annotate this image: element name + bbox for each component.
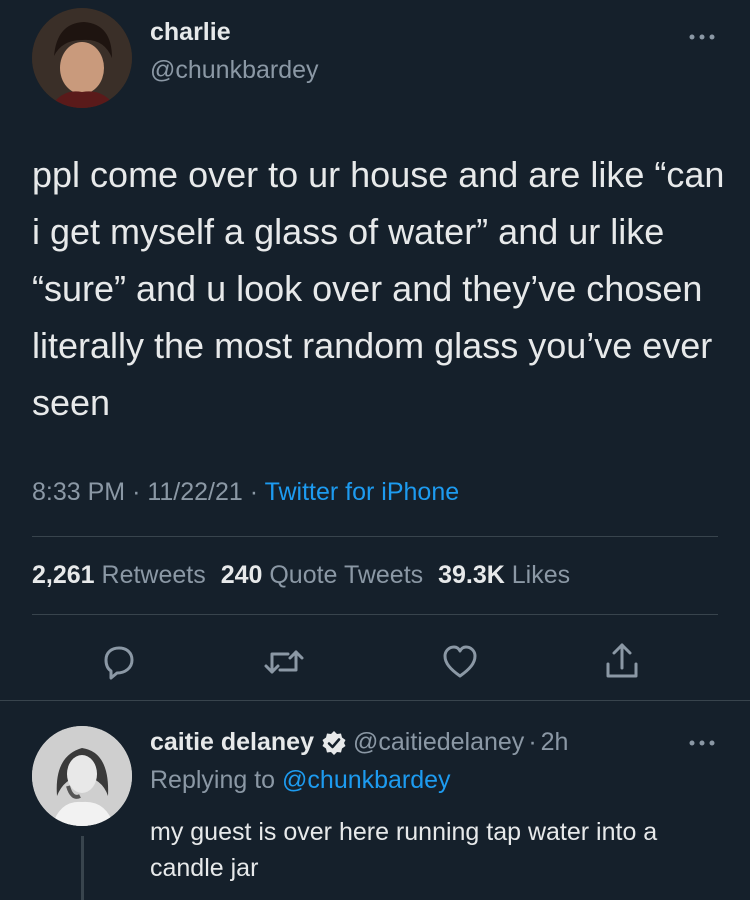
share-icon[interactable] — [602, 640, 642, 682]
likes-stat[interactable]: 39.3K Likes — [438, 561, 570, 589]
reply-time[interactable]: 2h — [541, 728, 569, 757]
replying-to-handle[interactable]: @chunkbardey — [282, 766, 451, 794]
verified-badge-icon — [321, 730, 347, 756]
quotes-count: 240 — [220, 561, 263, 589]
retweets-label: Retweets — [101, 561, 206, 589]
tweet-time[interactable]: 8:33 PM — [32, 478, 125, 506]
reply-text: my guest is over here running tap water … — [150, 818, 658, 882]
quotes-stat[interactable]: 240 Quote Tweets — [221, 561, 430, 589]
quotes-label: Quote Tweets — [269, 561, 424, 589]
reply-icon[interactable] — [98, 642, 138, 682]
replying-to-prefix: Replying to — [150, 766, 276, 794]
reply-more-horizontal-icon[interactable] — [688, 738, 716, 748]
reply-avatar[interactable] — [32, 726, 132, 826]
tweet-text: ppl come over to ur house and are like “… — [32, 154, 725, 423]
retweet-icon[interactable] — [262, 642, 306, 682]
tweet-stats: 2,261 Retweets 240 Quote Tweets 39.3K Li… — [32, 561, 570, 590]
reply-author-name[interactable]: caitie delaney — [150, 728, 314, 757]
reply-header: caitie delaney @caitiedelaney · 2h — [150, 728, 568, 757]
divider — [32, 614, 718, 615]
author-handle[interactable]: @chunkbardey — [150, 56, 319, 85]
more-horizontal-icon[interactable] — [688, 32, 716, 42]
like-icon[interactable] — [440, 642, 480, 682]
separator-dot: · — [528, 728, 537, 756]
tweet-meta: 8:33 PM · 11/22/21 · Twitter for iPhone — [32, 478, 459, 507]
author-name[interactable]: charlie — [150, 18, 231, 47]
retweets-stat[interactable]: 2,261 Retweets — [32, 561, 213, 589]
author-avatar[interactable] — [32, 8, 132, 108]
retweets-count: 2,261 — [32, 561, 95, 589]
tweet-date[interactable]: 11/22/21 — [147, 478, 242, 506]
likes-label: Likes — [511, 561, 571, 589]
likes-count: 39.3K — [438, 561, 505, 589]
thread-line — [81, 836, 84, 900]
separator-dot: · — [249, 478, 259, 506]
divider — [32, 536, 718, 537]
reply-author-handle[interactable]: @caitiedelaney — [353, 728, 524, 757]
divider — [0, 700, 750, 701]
replying-to: Replying to @chunkbardey — [150, 766, 451, 795]
separator-dot: · — [132, 478, 141, 506]
tweet-source[interactable]: Twitter for iPhone — [265, 478, 460, 506]
